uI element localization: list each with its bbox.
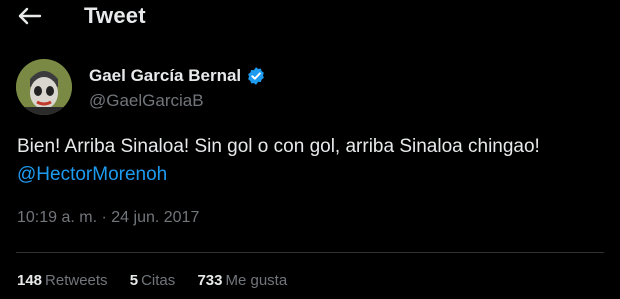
verified-check-icon: [248, 67, 264, 85]
arrow-left-icon: [18, 7, 42, 25]
avatar-image: [16, 59, 72, 115]
tweet-stats: 148 Retweets 5 Citas 733 Me gusta: [17, 272, 305, 289]
likes-stat[interactable]: 733 Me gusta: [197, 272, 287, 289]
author-handle[interactable]: @GaelGarciaB: [89, 91, 204, 111]
verified-badge: [246, 66, 266, 86]
mention-link[interactable]: @HectorMorenoh: [17, 164, 167, 186]
top-bar: Tweet: [0, 0, 620, 34]
likes-count: 733: [197, 272, 223, 289]
avatar[interactable]: [16, 59, 72, 115]
retweets-count: 148: [17, 272, 43, 289]
divider: [16, 252, 604, 253]
back-button[interactable]: [16, 3, 46, 29]
retweets-label: Retweets: [45, 272, 108, 289]
likes-label: Me gusta: [225, 272, 288, 289]
author-display-name[interactable]: Gael García Bernal: [89, 66, 241, 86]
quotes-count: 5: [129, 272, 139, 289]
tweet-timestamp[interactable]: 10:19 a. m. · 24 jun. 2017: [17, 209, 199, 227]
retweets-stat[interactable]: 148 Retweets: [17, 272, 108, 289]
quotes-stat[interactable]: 5 Citas: [130, 272, 176, 289]
tweet-text: Bien! Arriba Sinaloa! Sin gol o con gol,…: [17, 136, 540, 157]
quotes-label: Citas: [141, 272, 176, 289]
page-title: Tweet: [84, 3, 146, 28]
